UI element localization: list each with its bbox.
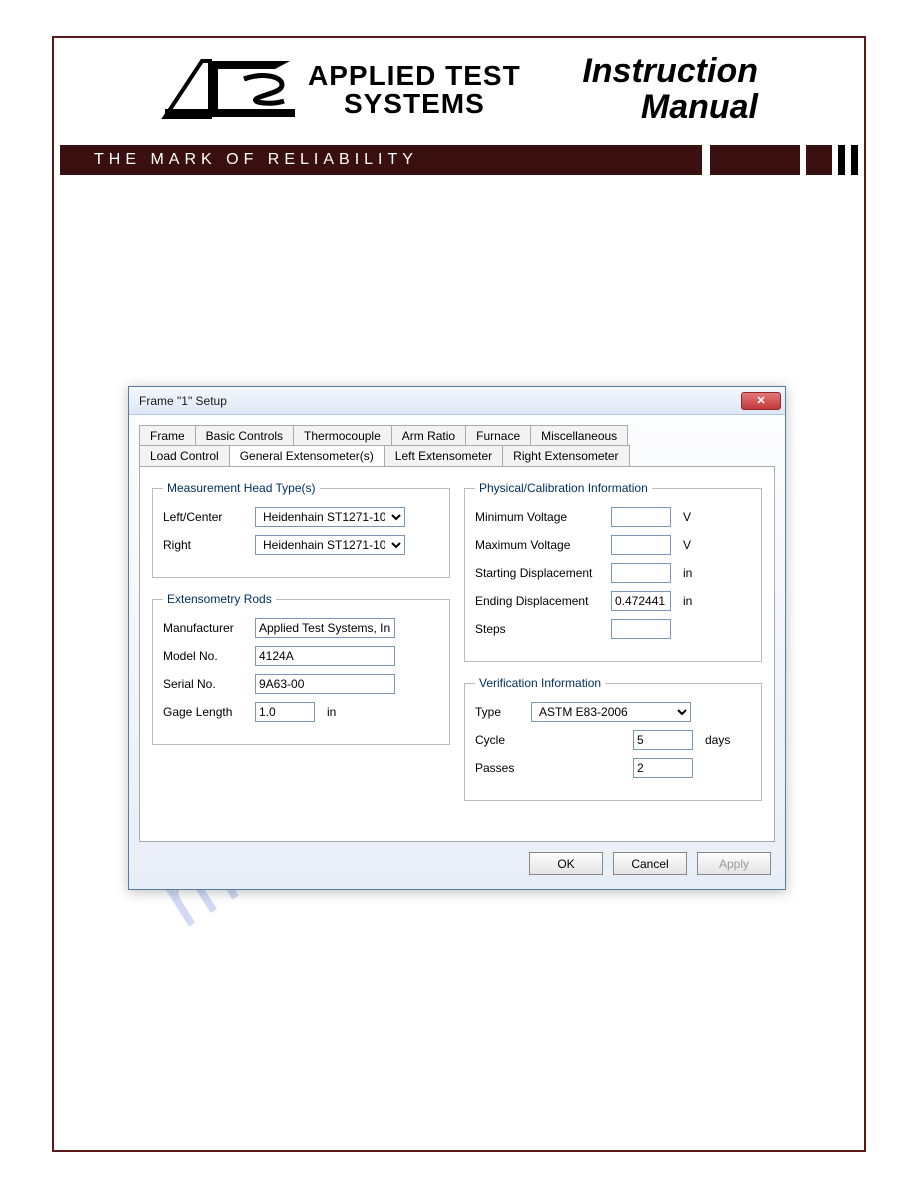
end-disp-label: Ending Displacement (475, 594, 605, 608)
tab-strip: Frame Basic Controls Thermocouple Arm Ra… (129, 415, 785, 466)
tagline-block (851, 145, 858, 175)
model-input[interactable] (255, 646, 395, 666)
min-voltage-unit: V (683, 510, 691, 524)
doc-line1: Instruction (582, 54, 758, 90)
tab-miscellaneous[interactable]: Miscellaneous (530, 425, 628, 446)
tagline-block (710, 145, 800, 175)
tagline-text: THE MARK OF RELIABILITY (60, 145, 702, 175)
tab-thermocouple[interactable]: Thermocouple (293, 425, 392, 446)
end-disp-input[interactable] (611, 591, 671, 611)
right-label: Right (163, 538, 249, 552)
steps-label: Steps (475, 622, 605, 636)
tab-load-control[interactable]: Load Control (139, 445, 230, 466)
tagline-block (838, 145, 845, 175)
tagline-bar: THE MARK OF RELIABILITY (60, 145, 858, 175)
physical-calibration-legend: Physical/Calibration Information (475, 481, 652, 495)
cancel-button[interactable]: Cancel (613, 852, 687, 875)
verification-type-select[interactable]: ASTM E83-2006 (531, 702, 691, 722)
doc-line2: Manual (582, 90, 758, 126)
serial-label: Serial No. (163, 677, 249, 691)
gage-length-unit: in (327, 705, 336, 719)
document-title: Instruction Manual (582, 54, 758, 125)
logo-block: APPLIED TEST SYSTEMS (160, 55, 521, 125)
max-voltage-label: Maximum Voltage (475, 538, 605, 552)
tab-left-extensometer[interactable]: Left Extensometer (384, 445, 503, 466)
titlebar[interactable]: Frame "1" Setup ✕ (129, 387, 785, 415)
verification-type-label: Type (475, 705, 525, 719)
passes-input[interactable] (633, 758, 693, 778)
gage-length-input[interactable] (255, 702, 315, 722)
steps-input[interactable] (611, 619, 671, 639)
tab-right-extensometer[interactable]: Right Extensometer (502, 445, 629, 466)
manufacturer-input[interactable] (255, 618, 395, 638)
extensometry-rods-group: Extensometry Rods Manufacturer Model No.… (152, 592, 450, 745)
close-icon: ✕ (756, 394, 765, 407)
company-line2: SYSTEMS (308, 90, 521, 118)
gage-length-label: Gage Length (163, 705, 249, 719)
cycle-label: Cycle (475, 733, 525, 747)
min-voltage-input[interactable] (611, 507, 671, 527)
tab-panel: Measurement Head Type(s) Left/Center Hei… (139, 466, 775, 842)
manufacturer-label: Manufacturer (163, 621, 249, 635)
tab-basic-controls[interactable]: Basic Controls (195, 425, 294, 446)
left-center-select[interactable]: Heidenhain ST1271-10x (255, 507, 405, 527)
right-select[interactable]: Heidenhain ST1271-10x (255, 535, 405, 555)
passes-label: Passes (475, 761, 525, 775)
model-label: Model No. (163, 649, 249, 663)
page-header: APPLIED TEST SYSTEMS Instruction Manual … (60, 48, 858, 175)
start-disp-unit: in (683, 566, 692, 580)
tagline-block (806, 145, 832, 175)
apply-button[interactable]: Apply (697, 852, 771, 875)
dialog-title: Frame "1" Setup (139, 394, 227, 408)
max-voltage-input[interactable] (611, 535, 671, 555)
physical-calibration-group: Physical/Calibration Information Minimum… (464, 481, 762, 662)
tab-frame[interactable]: Frame (139, 425, 196, 446)
cycle-unit: days (705, 733, 730, 747)
cycle-input[interactable] (633, 730, 693, 750)
left-center-label: Left/Center (163, 510, 249, 524)
tab-general-extensometer[interactable]: General Extensometer(s) (229, 445, 385, 466)
measurement-head-group: Measurement Head Type(s) Left/Center Hei… (152, 481, 450, 578)
min-voltage-label: Minimum Voltage (475, 510, 605, 524)
start-disp-label: Starting Displacement (475, 566, 605, 580)
close-button[interactable]: ✕ (741, 392, 781, 410)
dialog-buttons: OK Cancel Apply (129, 852, 785, 889)
serial-input[interactable] (255, 674, 395, 694)
start-disp-input[interactable] (611, 563, 671, 583)
ok-button[interactable]: OK (529, 852, 603, 875)
end-disp-unit: in (683, 594, 692, 608)
max-voltage-unit: V (683, 538, 691, 552)
tab-arm-ratio[interactable]: Arm Ratio (391, 425, 466, 446)
extensometry-rods-legend: Extensometry Rods (163, 592, 276, 606)
verification-group: Verification Information Type ASTM E83-2… (464, 676, 762, 801)
ats-logo-icon (160, 55, 300, 125)
frame-setup-dialog: Frame "1" Setup ✕ Frame Basic Controls T… (128, 386, 786, 890)
measurement-head-legend: Measurement Head Type(s) (163, 481, 320, 495)
company-line1: APPLIED TEST (308, 62, 521, 90)
company-name: APPLIED TEST SYSTEMS (308, 62, 521, 118)
verification-legend: Verification Information (475, 676, 605, 690)
tab-furnace[interactable]: Furnace (465, 425, 531, 446)
